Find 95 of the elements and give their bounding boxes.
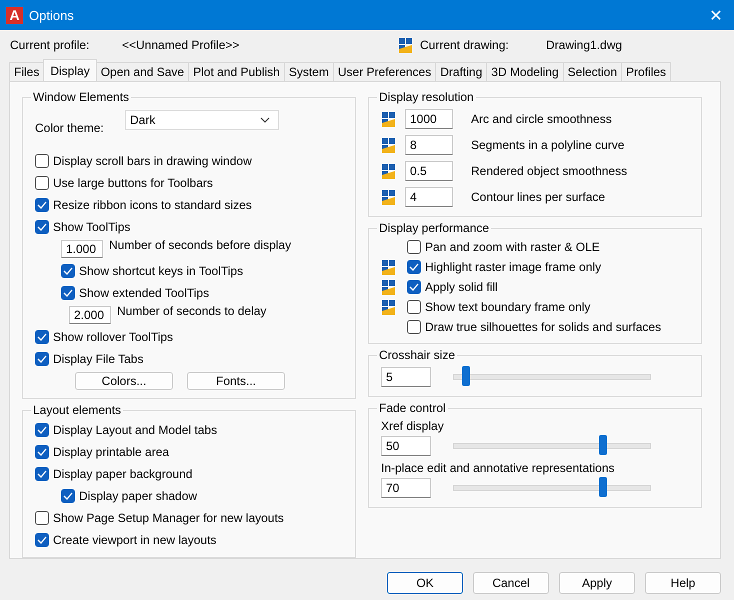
drawing-file-icon [381, 259, 397, 275]
tab[interactable]: Open and Save [96, 62, 190, 81]
drawing-file-icon [381, 137, 397, 153]
theme-dropdown[interactable]: Dark [125, 110, 279, 130]
checkbox-label: Apply solid fill [425, 280, 498, 294]
checkbox[interactable] [35, 533, 49, 547]
tab[interactable]: Drafting [435, 62, 488, 81]
checkbox-label: Show Page Setup Manager for new layouts [53, 511, 284, 525]
app-logo-icon: A [6, 6, 23, 24]
checkbox-label: Display File Tabs [53, 352, 144, 366]
checkbox[interactable] [407, 300, 421, 314]
number-field[interactable]: 1000 [405, 109, 453, 129]
number-field[interactable]: 5 [381, 367, 431, 387]
drawing-file-icon [398, 37, 414, 53]
checkbox-label: Display paper shadow [79, 489, 198, 503]
number-field[interactable]: 50 [381, 436, 431, 456]
group-title: Display performance [378, 221, 490, 235]
checkbox[interactable] [35, 330, 49, 344]
caret-icon [260, 117, 270, 123]
checkbox-label: Resize ribbon icons to standard sizes [53, 198, 252, 212]
slider-label: In-place edit and annotative representations [381, 461, 616, 475]
checkbox[interactable] [407, 280, 421, 294]
checkbox-label: Show text boundary frame only [425, 300, 590, 314]
number-field[interactable]: 1.000 [61, 240, 103, 258]
checkbox-label: Show ToolTips [53, 220, 130, 234]
checkbox[interactable] [61, 264, 75, 278]
number-field[interactable]: 4 [405, 187, 453, 207]
checkbox[interactable] [35, 467, 49, 481]
checkbox-label: Use large buttons for Toolbars [53, 176, 213, 190]
tab[interactable]: Display [43, 59, 97, 81]
dialog-button[interactable]: Apply [559, 572, 635, 594]
checkbox-label: Draw true silhouettes for solids and surfaces [425, 320, 662, 334]
field-label: Number of seconds before display [109, 238, 292, 252]
profile-name: <<Unnamed Profile>> [122, 38, 240, 52]
drawing-file-icon [381, 163, 397, 179]
checkbox[interactable] [407, 320, 421, 334]
field-label: Color theme: [35, 121, 105, 135]
checkbox[interactable] [35, 423, 49, 437]
checkbox[interactable] [35, 511, 49, 525]
number-field[interactable]: 8 [405, 135, 453, 155]
drawing-file-icon [381, 299, 397, 315]
field-label: Rendered object smoothness [471, 164, 628, 178]
dialog-button[interactable]: Help [645, 572, 721, 594]
dialog-button[interactable]: Fonts... [187, 372, 285, 390]
tab[interactable]: Profiles [621, 62, 672, 81]
checkbox-label: Display scroll bars in drawing window [53, 154, 252, 168]
slider-label: Xref display [381, 419, 445, 433]
field-label: Contour lines per surface [471, 190, 606, 204]
checkbox[interactable] [35, 352, 49, 366]
checkbox-label: Display printable area [53, 445, 170, 459]
field-label: Number of seconds to delay [117, 304, 266, 318]
drawing-name: Drawing1.dwg [546, 38, 622, 52]
window-title: Options [29, 8, 75, 22]
slider-thumb[interactable] [462, 366, 470, 386]
tab[interactable]: 3D Modeling [486, 62, 564, 81]
slider-thumb[interactable] [598, 435, 607, 455]
group-title: Window Elements [32, 90, 130, 104]
checkbox-label: Highlight raster image frame only [425, 260, 602, 274]
checkbox-label: Show shortcut keys in ToolTips [79, 264, 244, 278]
group-title: Layout elements [32, 403, 122, 417]
checkbox[interactable] [61, 286, 75, 300]
checkbox-label: Pan and zoom with raster & OLE [425, 240, 600, 254]
dialog-button[interactable]: Cancel [473, 572, 549, 594]
group-title: Fade control [378, 401, 447, 415]
field-label: Segments in a polyline curve [471, 138, 624, 152]
drawing-file-icon [381, 111, 397, 127]
checkbox[interactable] [35, 445, 49, 459]
checkbox-label: Show extended ToolTips [79, 286, 210, 300]
field-label: Arc and circle smoothness [471, 112, 612, 126]
close-button[interactable]: ✕ [698, 0, 734, 30]
group-title: Crosshair size [378, 348, 456, 362]
checkbox[interactable] [407, 260, 421, 274]
checkbox[interactable] [35, 198, 49, 212]
group-title: Display resolution [378, 90, 475, 104]
checkbox-label: Display Layout and Model tabs [53, 423, 218, 437]
checkbox[interactable] [35, 176, 49, 190]
drawing-file-icon [381, 189, 397, 205]
checkbox[interactable] [61, 489, 75, 503]
drawing-file-icon [381, 279, 397, 295]
checkbox-label: Show rollover ToolTips [53, 330, 174, 344]
checkbox[interactable] [407, 240, 421, 254]
checkbox[interactable] [35, 220, 49, 234]
tab[interactable]: System [284, 62, 334, 81]
tab[interactable]: Files [9, 62, 44, 81]
dialog-button[interactable]: OK [387, 572, 463, 594]
checkbox-label: Display paper background [53, 467, 192, 481]
number-field[interactable]: 2.000 [69, 306, 111, 324]
dialog-button[interactable]: Colors... [75, 372, 173, 390]
profile-label: Current profile: [10, 38, 90, 52]
checkbox-label: Create viewport in new layouts [53, 533, 216, 547]
number-field[interactable]: 0.5 [405, 161, 453, 181]
checkbox[interactable] [35, 154, 49, 168]
drawing-label: Current drawing: [420, 38, 510, 52]
number-field[interactable]: 70 [381, 478, 431, 498]
slider-thumb[interactable] [598, 477, 607, 497]
